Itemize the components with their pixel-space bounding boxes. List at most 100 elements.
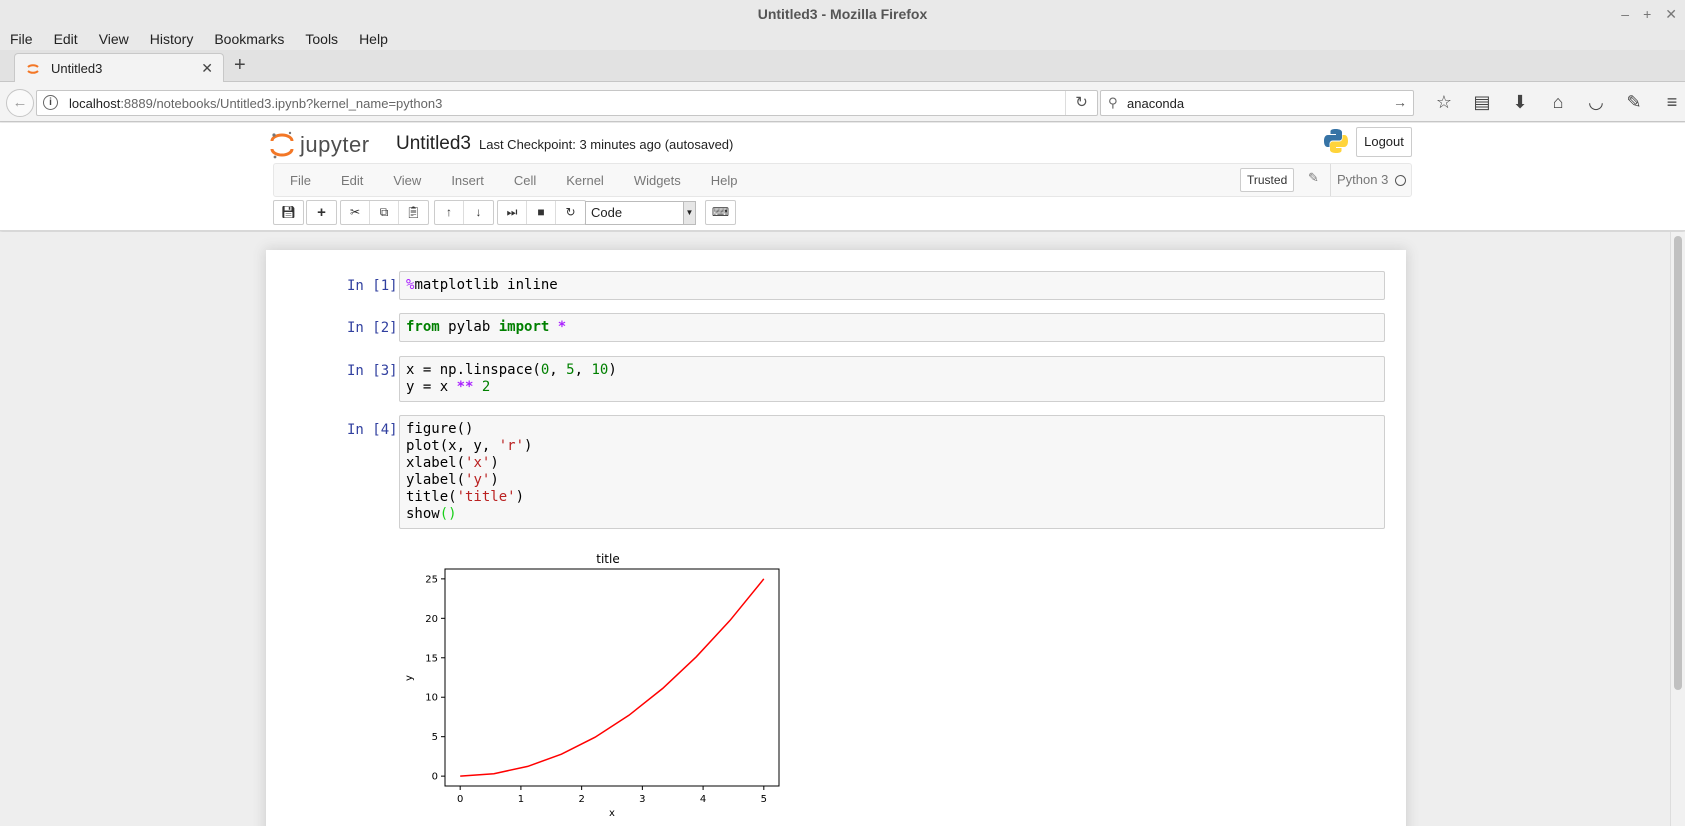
y-tick-label: 10 <box>425 693 438 704</box>
trusted-badge[interactable]: Trusted <box>1240 168 1295 192</box>
new-tab-icon[interactable]: + <box>234 54 246 77</box>
url-text[interactable]: localhost:8889/notebooks/Untitled3.ipynb… <box>69 96 442 111</box>
code-token: , <box>574 362 592 378</box>
x-axis-label: x <box>609 808 615 819</box>
nb-menu-edit[interactable]: Edit <box>341 173 363 188</box>
move-up-icon[interactable]: ↑ <box>435 201 464 224</box>
close-window-icon[interactable]: ✕ <box>1665 0 1677 28</box>
code-token: 'x' <box>465 455 491 471</box>
nb-menu-help[interactable]: Help <box>711 173 738 188</box>
series-line <box>460 578 765 777</box>
insert-cell-below-icon[interactable]: + <box>307 201 336 224</box>
menu-bookmarks[interactable]: Bookmarks <box>214 31 284 47</box>
cell-type-select[interactable]: Code ▼ <box>585 201 696 225</box>
logout-button[interactable]: Logout <box>1356 127 1412 157</box>
eyedropper-icon[interactable]: ✎ <box>1615 90 1653 114</box>
home-icon[interactable]: ⌂ <box>1539 90 1577 114</box>
maximize-icon[interactable]: + <box>1643 0 1651 28</box>
window-title: Untitled3 - Mozilla Firefox <box>757 6 928 22</box>
code-token: ) <box>490 455 499 471</box>
restart-icon[interactable]: ↻ <box>556 201 585 224</box>
jupyter-logo[interactable]: jupyter <box>270 127 370 163</box>
save-icon[interactable]: 💾︎ <box>274 201 303 224</box>
menu-help[interactable]: Help <box>359 31 388 47</box>
move-down-icon[interactable]: ↓ <box>464 201 493 224</box>
cell-type-value: Code <box>591 205 623 220</box>
nb-menu-cell[interactable]: Cell <box>514 173 536 188</box>
run-cell-icon[interactable]: ⏭ <box>498 201 527 224</box>
notebook-page: In [1]: %matplotlib inline In [2]: from … <box>266 250 1406 826</box>
hamburger-menu-icon[interactable]: ≡ <box>1653 90 1685 114</box>
reading-list-icon[interactable]: ▤ <box>1463 90 1501 114</box>
code-token: 10 <box>591 362 609 378</box>
copy-icon[interactable]: ⧉ <box>370 201 399 224</box>
tab-title: Untitled3 <box>51 61 103 76</box>
notebook-menubar: File Edit View Insert Cell Kernel Widget… <box>273 163 1412 197</box>
save-group: 💾︎ <box>273 200 304 225</box>
menu-tools[interactable]: Tools <box>305 31 338 47</box>
nb-menu-view[interactable]: View <box>393 173 421 188</box>
y-tick-label: 25 <box>425 574 438 585</box>
x-axis-ticks: 0 1 2 3 4 5 <box>457 786 767 805</box>
chart-title: title <box>596 552 619 566</box>
code-token: ) <box>608 362 617 378</box>
code-token: title( <box>406 489 457 505</box>
code-token: * <box>549 319 567 335</box>
nb-menu-widgets[interactable]: Widgets <box>634 173 681 188</box>
pocket-icon[interactable]: ◡ <box>1577 90 1615 114</box>
cell-prompt: In [4]: <box>346 422 406 438</box>
nb-menu-insert[interactable]: Insert <box>451 173 484 188</box>
code-token: plot(x, y, <box>406 438 499 454</box>
cell-input[interactable]: from pylab import * <box>399 313 1385 342</box>
back-arrow-icon[interactable]: ← <box>6 89 34 117</box>
browser-tab[interactable]: Untitled3 ✕ <box>14 53 224 83</box>
menu-file[interactable]: File <box>10 31 33 47</box>
bookmark-star-icon[interactable]: ☆ <box>1425 90 1463 114</box>
page-scrollbar[interactable] <box>1670 232 1685 826</box>
kernel-name: Python 3 <box>1330 164 1388 196</box>
menu-history[interactable]: History <box>150 31 194 47</box>
reload-icon[interactable]: ↻ <box>1065 91 1097 115</box>
notebook-name[interactable]: Untitled3 <box>396 133 471 155</box>
code-token: ** <box>456 379 474 395</box>
x-tick-label: 5 <box>761 794 767 805</box>
kernel-idle-indicator-icon <box>1395 175 1406 186</box>
keyboard-icon[interactable]: ⌨ <box>706 201 735 224</box>
download-icon[interactable]: ⬇ <box>1501 90 1539 114</box>
menu-view[interactable]: View <box>99 31 129 47</box>
site-info-icon[interactable]: i <box>43 95 58 110</box>
x-tick-label: 1 <box>518 794 524 805</box>
search-value[interactable]: anaconda <box>1127 96 1184 111</box>
code-token: from <box>406 319 440 335</box>
cell-prompt: In [2]: <box>346 320 406 336</box>
minimize-icon[interactable]: – <box>1621 0 1629 28</box>
y-tick-label: 0 <box>432 772 438 783</box>
cell-prompt: In [1]: <box>346 278 406 294</box>
toolbar-icons: ☆ ▤ ⬇ ⌂ ◡ ✎ ≡ <box>1425 90 1685 114</box>
cell-input[interactable]: figure() plot(x, y, 'r') xlabel('x') yla… <box>399 415 1385 529</box>
insert-group: + <box>306 200 337 225</box>
interrupt-icon[interactable]: ■ <box>527 201 556 224</box>
y-tick-label: 20 <box>425 614 438 625</box>
cut-icon[interactable]: ✂ <box>341 201 370 224</box>
url-bar[interactable]: i localhost:8889/notebooks/Untitled3.ipy… <box>36 90 1098 116</box>
nb-menu-kernel[interactable]: Kernel <box>566 173 604 188</box>
paste-icon[interactable]: 📋︎ <box>399 201 428 224</box>
code-token: ylabel( <box>406 472 466 488</box>
code-token: show <box>406 506 440 522</box>
nb-menu-file[interactable]: File <box>290 173 311 188</box>
search-bar[interactable]: ⚲ anaconda → <box>1100 90 1414 116</box>
pencil-icon[interactable]: ✎ <box>1308 170 1319 186</box>
cell-input[interactable]: %matplotlib inline <box>399 271 1385 300</box>
code-token: figure() <box>406 421 474 437</box>
cell-input[interactable]: x = np.linspace(0, 5, 10) y = x ** 2 <box>399 356 1385 402</box>
menu-edit[interactable]: Edit <box>54 31 78 47</box>
x-tick-label: 4 <box>700 794 706 805</box>
close-tab-icon[interactable]: ✕ <box>201 60 213 77</box>
palette-group: ⌨ <box>705 200 736 225</box>
code-token: 'title' <box>456 489 516 505</box>
jupyter-favicon-icon <box>27 63 39 74</box>
scrollbar-thumb[interactable] <box>1674 236 1682 690</box>
search-go-icon[interactable]: → <box>1393 94 1407 110</box>
